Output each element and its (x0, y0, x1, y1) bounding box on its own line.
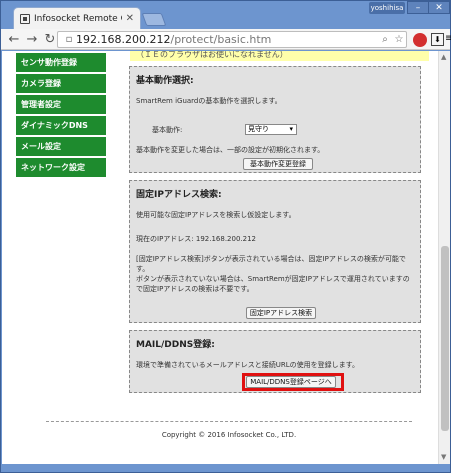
scrollbar-thumb[interactable] (441, 246, 449, 431)
window-bottom-border (1, 464, 450, 472)
menu-icon[interactable]: ≡ (445, 33, 451, 44)
fixed-ip-search-button[interactable]: 固定IPアドレス検索 (246, 307, 316, 319)
scroll-up-icon[interactable]: ▲ (441, 53, 446, 61)
scroll-down-icon[interactable]: ▼ (441, 453, 446, 461)
sidebar-item-network[interactable]: ネットワーク設定 (16, 158, 106, 177)
mail-ddns-title: MAIL/DDNS登録: (136, 340, 215, 350)
basic-mode-select[interactable]: 見守り ▾ (245, 124, 297, 135)
footer-divider (46, 421, 412, 422)
basic-mode-submit-button[interactable]: 基本動作変更登録 (243, 158, 313, 170)
basic-mode-desc: SmartRem iGuardの基本動作を選択します。 (136, 97, 282, 105)
basic-mode-title: 基本動作選択: (136, 76, 194, 86)
fixed-ip-desc: 使用可能な固定IPアドレスを検索し仮設定します。 (136, 211, 296, 219)
fixed-ip-note-1: [固定IPアドレス検索]ボタンが表示されている場合は、固定IPアドレスの検索が可… (136, 255, 406, 273)
tab-title: Infosocket Remote Co (34, 13, 122, 24)
close-tab-icon[interactable]: ✕ (126, 13, 134, 24)
page-info-icon[interactable]: ▫ (62, 34, 76, 45)
sidebar-item-sensor[interactable]: センサ動作登録 (16, 53, 106, 72)
sidebar-item-ddns[interactable]: ダイナミックDNS (16, 116, 106, 135)
mail-ddns-desc: 環境で準備されているメールアドレスと接続URLの使用を登録します。 (136, 361, 359, 369)
page-favicon-icon (20, 13, 30, 24)
forward-icon[interactable]: → (23, 32, 41, 47)
title-bar: Infosocket Remote Co ✕ yoshihisa – ✕ (1, 1, 450, 29)
sidebar-item-camera[interactable]: カメラ登録 (16, 74, 106, 93)
browser-tab[interactable]: Infosocket Remote Co ✕ (13, 7, 141, 29)
vertical-scrollbar[interactable]: ▲ ▼ (438, 51, 450, 464)
download-icon[interactable]: ⬇ (431, 33, 444, 46)
minimize-icon[interactable]: – (407, 1, 429, 14)
address-bar[interactable]: ▫ 192.168.200.212/protect/basic.htm ⌕ ☆ (57, 31, 407, 48)
browser-toolbar: ← → ↻ ▫ 192.168.200.212/protect/basic.ht… (1, 29, 451, 50)
sidebar-item-admin[interactable]: 管理者設定 (16, 95, 106, 114)
highlight-box (242, 373, 344, 391)
search-icon[interactable]: ⌕ (378, 34, 392, 45)
chevron-down-icon: ▾ (289, 125, 293, 133)
copyright-text: Copyright © 2016 Infosocket Co., LTD. (161, 431, 297, 439)
new-tab-button[interactable] (141, 13, 167, 26)
fixed-ip-section: 固定IPアドレス検索: 使用可能な固定IPアドレスを検索し仮設定します。 現在の… (129, 180, 421, 323)
page-viewport: （ＩＥのブラウザはお使いになれません） センサ動作登録 カメラ登録 管理者設定 … (2, 51, 438, 464)
basic-mode-label: 基本動作: (152, 126, 183, 134)
back-icon[interactable]: ← (5, 32, 23, 47)
browser-window: Infosocket Remote Co ✕ yoshihisa – ✕ ← →… (0, 0, 451, 473)
sidebar-item-mail[interactable]: メール設定 (16, 137, 106, 156)
fixed-ip-note-2: ボタンが表示されていない場合は、SmartRemが固定IPアドレスで運用されてい… (136, 275, 410, 293)
extension-icon[interactable] (413, 33, 427, 47)
fixed-ip-title: 固定IPアドレス検索: (136, 190, 222, 200)
close-window-icon[interactable]: ✕ (428, 1, 450, 14)
basic-mode-note: 基本動作を変更した場合は、一部の設定が初期化されます。 (136, 146, 325, 154)
sidebar-menu: センサ動作登録 カメラ登録 管理者設定 ダイナミックDNS メール設定 ネットワ… (16, 53, 106, 179)
top-notice: （ＩＥのブラウザはお使いになれません） (130, 51, 429, 61)
current-ip: 現在のIPアドレス: 192.168.200.212 (136, 235, 256, 243)
bookmark-star-icon[interactable]: ☆ (392, 34, 406, 45)
basic-mode-section: 基本動作選択: SmartRem iGuardの基本動作を選択します。 基本動作… (129, 66, 421, 173)
user-badge[interactable]: yoshihisa (369, 2, 405, 14)
address-url: 192.168.200.212/protect/basic.htm (76, 33, 272, 46)
